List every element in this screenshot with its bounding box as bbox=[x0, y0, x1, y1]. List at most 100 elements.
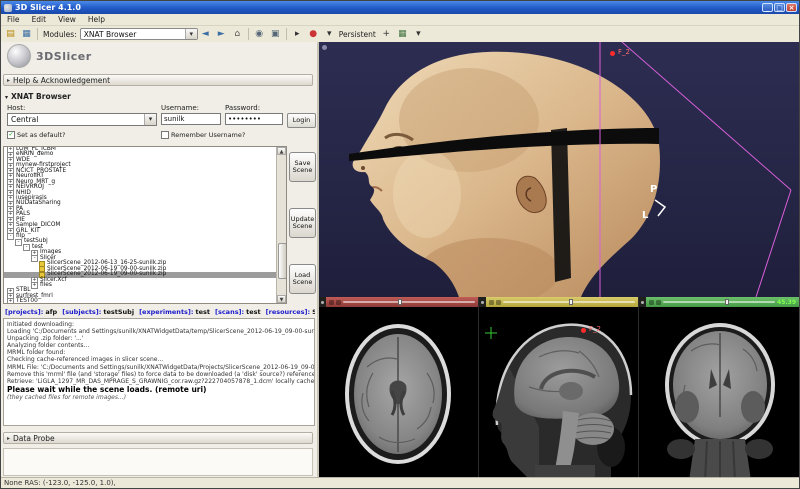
collapse-icon[interactable]: - bbox=[15, 239, 22, 246]
host-selector[interactable]: Central ▾ bbox=[7, 113, 157, 126]
breadcrumb-key: [resources]: bbox=[266, 308, 310, 316]
checkbox-unchecked-icon[interactable] bbox=[161, 131, 169, 139]
log-line: Remove this 'mrml' file (and 'storage' f… bbox=[7, 371, 314, 378]
slice-pin-icon[interactable] bbox=[639, 297, 646, 307]
place-mode-dropdown-icon[interactable]: ▾ bbox=[322, 27, 337, 42]
host-selector-value: Central bbox=[8, 115, 144, 124]
scroll-down-icon[interactable]: ▼ bbox=[277, 295, 286, 303]
checkbox-checked-icon[interactable]: ✓ bbox=[7, 131, 15, 139]
help-section-label: Help & Acknowledgement bbox=[13, 76, 110, 85]
title-bar[interactable]: 3D Slicer 4.1.0 _□× bbox=[1, 1, 799, 14]
breadcrumb-key: [scans]: bbox=[215, 308, 244, 316]
log-line: Unpacking .zip folder: '...' bbox=[7, 335, 314, 342]
username-label: Username: bbox=[161, 104, 199, 112]
remember-username-checkbox[interactable]: Remember Username? bbox=[161, 131, 245, 139]
chevron-down-icon[interactable]: ▾ bbox=[144, 114, 156, 125]
fiducial-label: F_2 bbox=[589, 325, 601, 333]
log-output[interactable]: Initiated downloading:Loading 'C:/Docume… bbox=[3, 318, 315, 426]
menu-view[interactable]: View bbox=[52, 15, 82, 24]
slice-visibility-icon[interactable] bbox=[649, 300, 654, 305]
chevron-down-icon[interactable]: ▾ bbox=[185, 29, 197, 39]
slice-controller-bar-coronal[interactable]: 45.39 bbox=[646, 297, 799, 307]
menu-bar: FileEditViewHelp bbox=[1, 14, 799, 26]
layout-icon[interactable]: ▦ bbox=[395, 27, 410, 42]
head-render bbox=[319, 42, 800, 297]
module-selector[interactable]: XNAT Browser ▾ bbox=[80, 28, 198, 40]
update-scene-button[interactable]: Update Scene bbox=[289, 208, 316, 238]
breadcrumb-key: [experiments]: bbox=[139, 308, 193, 316]
threed-view[interactable]: F_2 P L bbox=[319, 42, 800, 297]
crosshair-icon[interactable]: + bbox=[379, 27, 394, 42]
slice-view-row: F_2 45.39 bbox=[319, 297, 799, 481]
slice-pin-icon[interactable] bbox=[479, 297, 486, 307]
module-history-forward-icon[interactable]: ► bbox=[214, 27, 229, 42]
module-history-back-icon[interactable]: ◄ bbox=[198, 27, 213, 42]
slicer-logo: 3DSlicer bbox=[7, 44, 92, 68]
tree-item-label: files bbox=[40, 283, 52, 288]
login-button[interactable]: Login bbox=[287, 113, 316, 128]
slice-offset-slider[interactable] bbox=[503, 301, 635, 303]
layout-dropdown-icon[interactable]: ▾ bbox=[411, 27, 426, 42]
menu-file[interactable]: File bbox=[1, 15, 26, 24]
slice-link-icon[interactable] bbox=[656, 300, 661, 305]
load-scene-button[interactable]: Load Scene bbox=[289, 264, 316, 294]
collapse-icon[interactable]: - bbox=[23, 244, 30, 251]
slice-offset-slider[interactable] bbox=[663, 301, 775, 303]
slider-handle[interactable] bbox=[569, 299, 573, 305]
username-field[interactable] bbox=[161, 113, 221, 125]
toolbar-separator bbox=[37, 28, 38, 40]
xnat-section-header[interactable]: ▾XNAT Browser bbox=[5, 92, 71, 101]
slice-pin-icon[interactable] bbox=[319, 297, 326, 307]
view-controller-pin-icon[interactable] bbox=[322, 45, 327, 50]
data-probe-header[interactable]: ▸ Data Probe bbox=[3, 432, 313, 444]
slider-handle[interactable] bbox=[398, 299, 402, 305]
maximize-button[interactable]: □ bbox=[774, 3, 785, 12]
place-fiducial-icon[interactable]: ● bbox=[306, 27, 321, 42]
tree-scrollbar[interactable]: ▲ ▼ bbox=[276, 147, 286, 303]
log-line: Checking cache-referenced images in slic… bbox=[7, 356, 314, 363]
expand-icon[interactable]: + bbox=[7, 298, 14, 303]
slice-controller-bar-axial[interactable] bbox=[326, 297, 478, 307]
expand-icon[interactable]: + bbox=[31, 282, 38, 289]
password-field[interactable] bbox=[225, 113, 283, 125]
breadcrumb-value: test bbox=[246, 308, 261, 316]
slice-visibility-icon[interactable] bbox=[329, 300, 334, 305]
fiducial-dot[interactable] bbox=[581, 328, 586, 333]
slice-view-axial[interactable] bbox=[319, 297, 478, 481]
save-data-icon[interactable]: ▦ bbox=[19, 27, 34, 42]
scroll-up-icon[interactable]: ▲ bbox=[277, 147, 286, 155]
data-probe-label: Data Probe bbox=[13, 434, 55, 443]
close-button[interactable]: × bbox=[786, 3, 797, 12]
breadcrumb-value: Slicer bbox=[312, 308, 315, 316]
mouse-interaction-icon[interactable]: ▸ bbox=[290, 27, 305, 42]
set-default-checkbox[interactable]: ✓ Set as default? bbox=[7, 131, 66, 139]
fiducial-dot[interactable] bbox=[610, 51, 615, 56]
slice-view-sagittal[interactable]: F_2 bbox=[478, 297, 638, 481]
scrollbar-thumb[interactable] bbox=[278, 243, 287, 279]
minimize-button[interactable]: _ bbox=[762, 3, 773, 12]
slice-visibility-icon[interactable] bbox=[489, 300, 494, 305]
slider-handle[interactable] bbox=[725, 299, 729, 305]
password-label: Password: bbox=[225, 104, 260, 112]
home-module-icon[interactable]: ⌂ bbox=[230, 27, 245, 42]
window-title: 3D Slicer 4.1.0 bbox=[15, 3, 81, 12]
collapse-icon[interactable]: - bbox=[31, 255, 38, 262]
menu-help[interactable]: Help bbox=[82, 15, 111, 24]
help-section-header[interactable]: ▸ Help & Acknowledgement bbox=[3, 74, 313, 86]
load-data-icon[interactable]: ▤ bbox=[3, 27, 18, 42]
menu-edit[interactable]: Edit bbox=[26, 15, 53, 24]
screenshot-icon[interactable]: ◉ bbox=[252, 27, 267, 42]
slice-link-icon[interactable] bbox=[496, 300, 501, 305]
remember-username-label: Remember Username? bbox=[171, 131, 245, 139]
tree-item[interactable]: +TEST00 bbox=[4, 299, 277, 303]
breadcrumb-value: test bbox=[195, 308, 210, 316]
slice-link-icon[interactable] bbox=[336, 300, 341, 305]
collapse-icon[interactable]: - bbox=[7, 233, 14, 240]
slice-offset-slider[interactable] bbox=[343, 301, 475, 303]
chevron-right-icon: ▸ bbox=[7, 435, 10, 442]
scene-view-icon[interactable]: ▣ bbox=[268, 27, 283, 42]
slice-view-coronal[interactable]: 45.39 bbox=[638, 297, 799, 481]
breadcrumb-value: testSubj bbox=[103, 308, 134, 316]
save-scene-button[interactable]: Save Scene bbox=[289, 152, 316, 182]
slice-controller-bar-sagittal[interactable] bbox=[486, 297, 638, 307]
